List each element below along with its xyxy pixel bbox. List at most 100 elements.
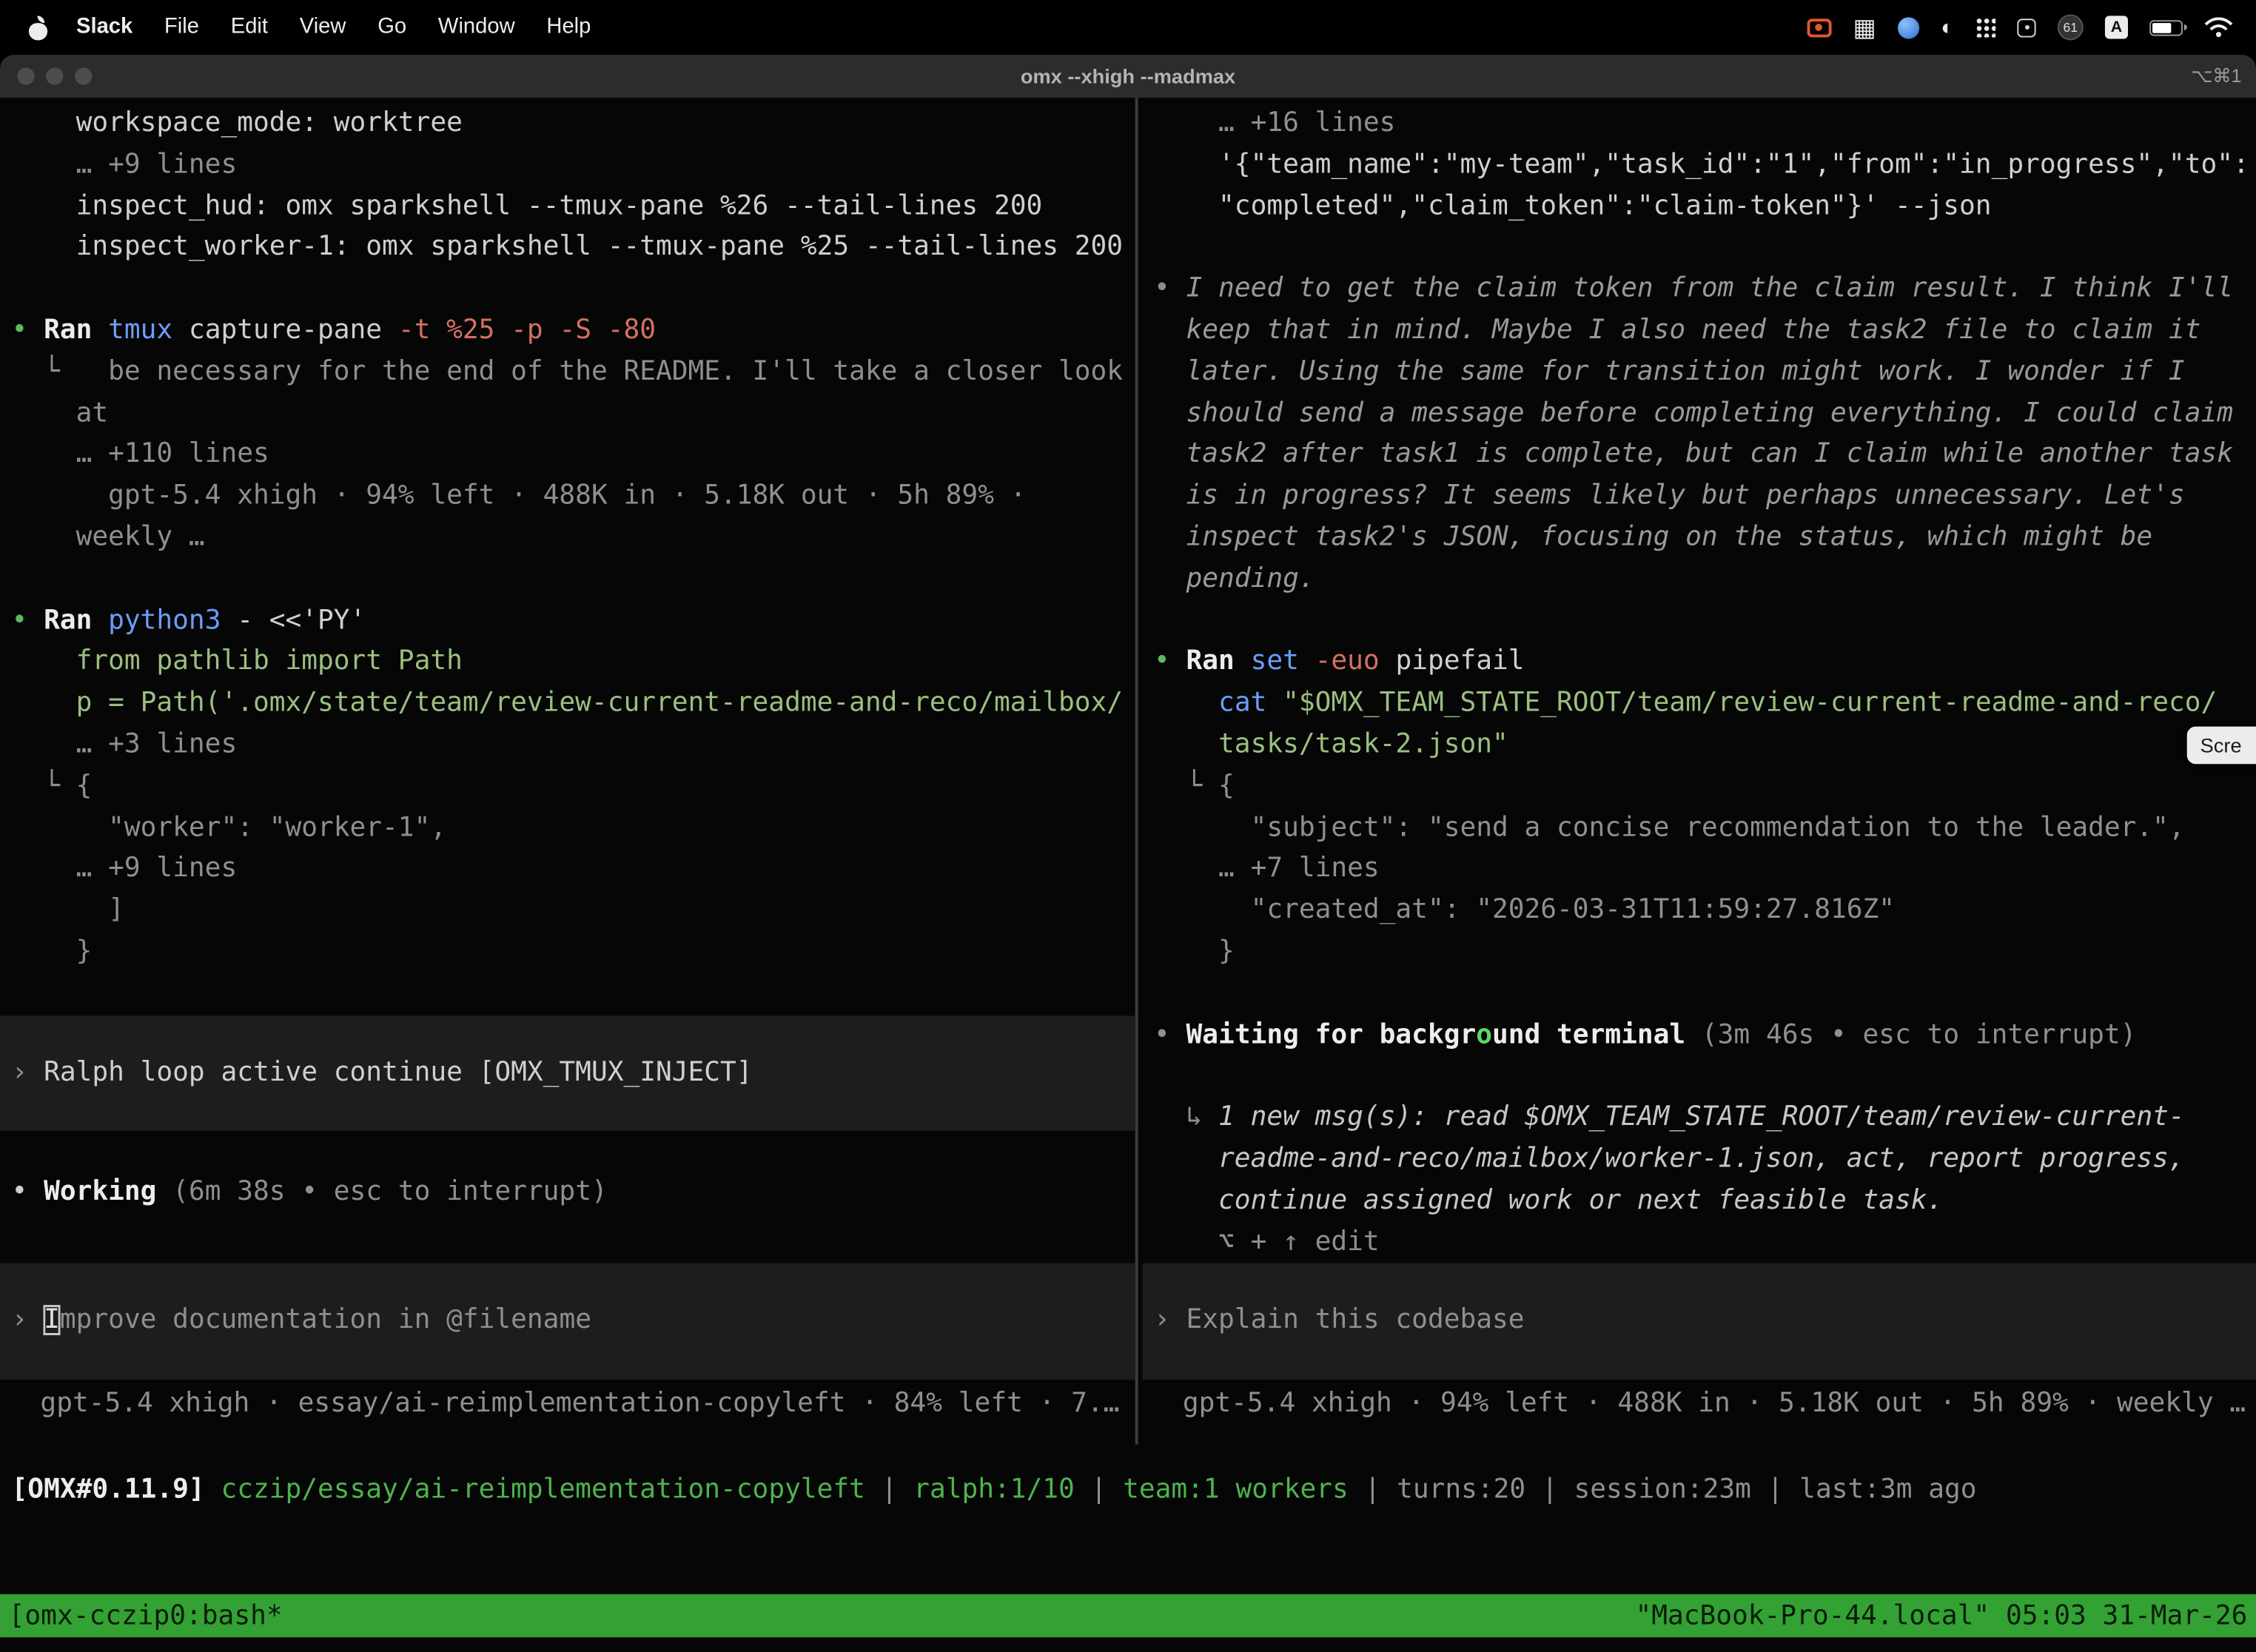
menu-bar-status-area: ▦ ◐ 61 A xyxy=(1807,14,2256,40)
menu-item-view[interactable]: View xyxy=(283,0,361,55)
terminal-line xyxy=(0,269,1135,311)
terminal-line: later. Using the same for transition mig… xyxy=(1142,352,2256,394)
terminal-line: tasks/task-2.json" xyxy=(1142,725,2256,767)
terminal-line: • Ran python3 - <<'PY' xyxy=(0,601,1135,642)
terminal-text-segment: gpt-5.4 xhigh · essay/ai-reimplementatio… xyxy=(40,1389,1119,1419)
terminal-text-segment: from pathlib import Path xyxy=(12,647,463,677)
terminal-line: p = Path('.omx/state/team/review-current… xyxy=(0,684,1135,725)
prompt-suggestion-band-right[interactable]: › Explain this codebase xyxy=(1142,1263,2256,1380)
terminal-line xyxy=(0,974,1135,1015)
terminal-text-segment: session:23m xyxy=(1574,1474,1751,1505)
tmux-pane-left[interactable]: workspace_mode: worktree … +9 lines insp… xyxy=(0,98,1135,1444)
terminal-line: • Ran tmux capture-pane -t %25 -p -S -80 xyxy=(0,311,1135,352)
menu-extra-icon[interactable] xyxy=(2017,18,2035,36)
tmux-pane-right[interactable]: … +16 lines '{"team_name":"my-team","tas… xyxy=(1142,98,2256,1444)
terminal-text-segment: p = Path('.omx/state/team/review-current… xyxy=(12,688,1124,718)
terminal-text-segment: … +110 lines xyxy=(12,440,269,470)
terminal-line: pending. xyxy=(1142,560,2256,601)
terminal-line: keep that in mind. Maybe I also need the… xyxy=(1142,311,2256,352)
terminal-line: cat "$OMX_TEAM_STATE_ROOT/team/review-cu… xyxy=(1142,684,2256,725)
terminal-text-segment: › xyxy=(12,1305,44,1335)
wifi-icon[interactable] xyxy=(2204,16,2233,38)
terminal-text-segment: pending. xyxy=(1154,564,1315,594)
terminal-text-segment: | xyxy=(1525,1474,1574,1505)
desktop: Slack File Edit View Go Window Help ▦ ◐ … xyxy=(0,0,2256,1652)
prompt-suggestion-line[interactable]: › Explain this codebase xyxy=(1142,1300,2256,1342)
window-titlebar[interactable]: omx --xhigh --madmax ⌥⌘1 xyxy=(0,55,2256,98)
terminal-line: '{"team_name":"my-team","task_id":"1","f… xyxy=(1142,145,2256,187)
terminal-text-segment: inspect_hud: omx sparkshell --tmux-pane … xyxy=(12,191,1043,221)
apple-menu-icon[interactable] xyxy=(29,15,49,39)
terminal-text-segment: … +3 lines xyxy=(12,729,238,759)
keyboard-input-icon[interactable]: A xyxy=(2105,16,2128,38)
terminal-text-segment: └ xyxy=(12,357,109,387)
terminal-text-segment: Explain this codebase xyxy=(1186,1305,1525,1335)
terminal-line: at xyxy=(0,394,1135,435)
prompt-suggestion-band-left[interactable]: › Improve documentation in @filename xyxy=(0,1263,1135,1380)
menu-app-name[interactable]: Slack xyxy=(61,0,149,55)
minimize-button[interactable] xyxy=(46,67,63,84)
terminal-text-segment: task2 after task1 is complete, but can I… xyxy=(1154,440,2233,470)
terminal-line: … +9 lines xyxy=(0,145,1135,187)
window-shortcut-hint: ⌥⌘1 xyxy=(2191,64,2241,87)
terminal-text-segment: • xyxy=(12,1177,44,1207)
terminal-line: └ { xyxy=(1142,767,2256,808)
terminal-text-segment: ralph:1/10 xyxy=(913,1474,1075,1505)
blue-app-icon[interactable] xyxy=(1898,16,1919,38)
terminal-text-segment: inspect task2's JSON, focusing on the st… xyxy=(1154,523,2152,553)
grid-app-icon[interactable]: ▦ xyxy=(1853,15,1876,39)
window-title: omx --xhigh --madmax xyxy=(0,64,2256,87)
terminal-text-segment: ] xyxy=(12,895,124,925)
terminal-line: } xyxy=(1142,933,2256,974)
menu-item-help[interactable]: Help xyxy=(531,0,607,55)
terminal-text-segment: 1 new msg(s): read $OMX_TEAM_STATE_ROOT/… xyxy=(1218,1102,2185,1132)
badge-61-icon[interactable]: 61 xyxy=(2058,14,2084,40)
menu-item-edit[interactable]: Edit xyxy=(215,0,283,55)
terminal-line: └ { xyxy=(0,767,1135,808)
menu-item-go[interactable]: Go xyxy=(362,0,423,55)
terminal-line: workspace_mode: worktree xyxy=(0,104,1135,145)
model-status-right: gpt-5.4 xhigh · 94% left · 488K in · 5.1… xyxy=(1142,1384,2256,1426)
terminal-text-segment: workspace_mode: worktree xyxy=(12,108,463,138)
terminal-line: › Ralph loop active continue [OMX_TMUX_I… xyxy=(0,1052,1135,1094)
terminal-line: from pathlib import Path xyxy=(0,642,1135,684)
zoom-button[interactable] xyxy=(75,67,92,84)
menu-item-window[interactable]: Window xyxy=(423,0,531,55)
terminal-text-segment: turns:20 xyxy=(1397,1474,1525,1505)
terminal-line: "completed","claim_token":"claim-token"}… xyxy=(1142,187,2256,228)
terminal-text-segment: cat xyxy=(1218,688,1283,718)
dots-grid-icon[interactable] xyxy=(1975,17,1995,37)
half-circle-app-icon[interactable]: ◐ xyxy=(1941,16,1954,38)
terminal-text-segment: … +16 lines xyxy=(1154,108,1395,138)
battery-icon[interactable] xyxy=(2149,19,2183,35)
terminal-line: readme-and-reco/mailbox/worker-1.json, a… xyxy=(1142,1139,2256,1181)
terminal-line: weekly … xyxy=(0,518,1135,560)
terminal-line: ] xyxy=(0,891,1135,933)
inject-prompt-band[interactable]: › Ralph loop active continue [OMX_TMUX_I… xyxy=(0,1015,1135,1131)
terminal-text-segment: python3 xyxy=(108,605,221,636)
terminal-line: … +110 lines xyxy=(0,435,1135,477)
terminal-text-segment: Ralph loop active continue [OMX_TMUX_INJ… xyxy=(44,1057,752,1087)
terminal-window: omx --xhigh --madmax ⌥⌘1 workspace_mode:… xyxy=(0,55,2256,1652)
terminal-text-segment: } xyxy=(1154,936,1235,967)
terminal-text-segment: • xyxy=(1154,647,1186,677)
menu-bar: Slack File Edit View Go Window Help ▦ ◐ … xyxy=(0,0,2256,55)
terminal-text-segment: cczip/essay/ai-reimplementation-copyleft xyxy=(221,1474,865,1505)
prompt-input-line[interactable]: › Improve documentation in @filename xyxy=(0,1300,1135,1342)
terminal-text-segment: - <<'PY' xyxy=(221,605,366,636)
close-button[interactable] xyxy=(17,67,34,84)
terminal-text-segment: | xyxy=(1075,1474,1123,1505)
pane-left-content: workspace_mode: worktree … +9 lines insp… xyxy=(0,98,1135,1214)
pane-divider[interactable] xyxy=(1135,98,1138,1444)
terminal-text-segment: • xyxy=(12,605,44,636)
terminal-line: continue assigned work or next feasible … xyxy=(1142,1181,2256,1222)
menu-item-file[interactable]: File xyxy=(149,0,215,55)
terminal-text-segment: inspect_worker-1: omx sparkshell --tmux-… xyxy=(12,232,1124,263)
terminal-text-segment: | xyxy=(1349,1474,1397,1505)
terminal-text-segment: Ran xyxy=(1186,647,1251,677)
terminal-line: should send a message before completing … xyxy=(1142,394,2256,435)
screen-recording-indicator-icon[interactable] xyxy=(1807,18,1831,36)
terminal-text-segment: • xyxy=(1154,274,1186,304)
pane-right-content: … +16 lines '{"team_name":"my-team","tas… xyxy=(1142,98,2256,1263)
screenshot-tooltip: Scre xyxy=(2187,727,2256,765)
